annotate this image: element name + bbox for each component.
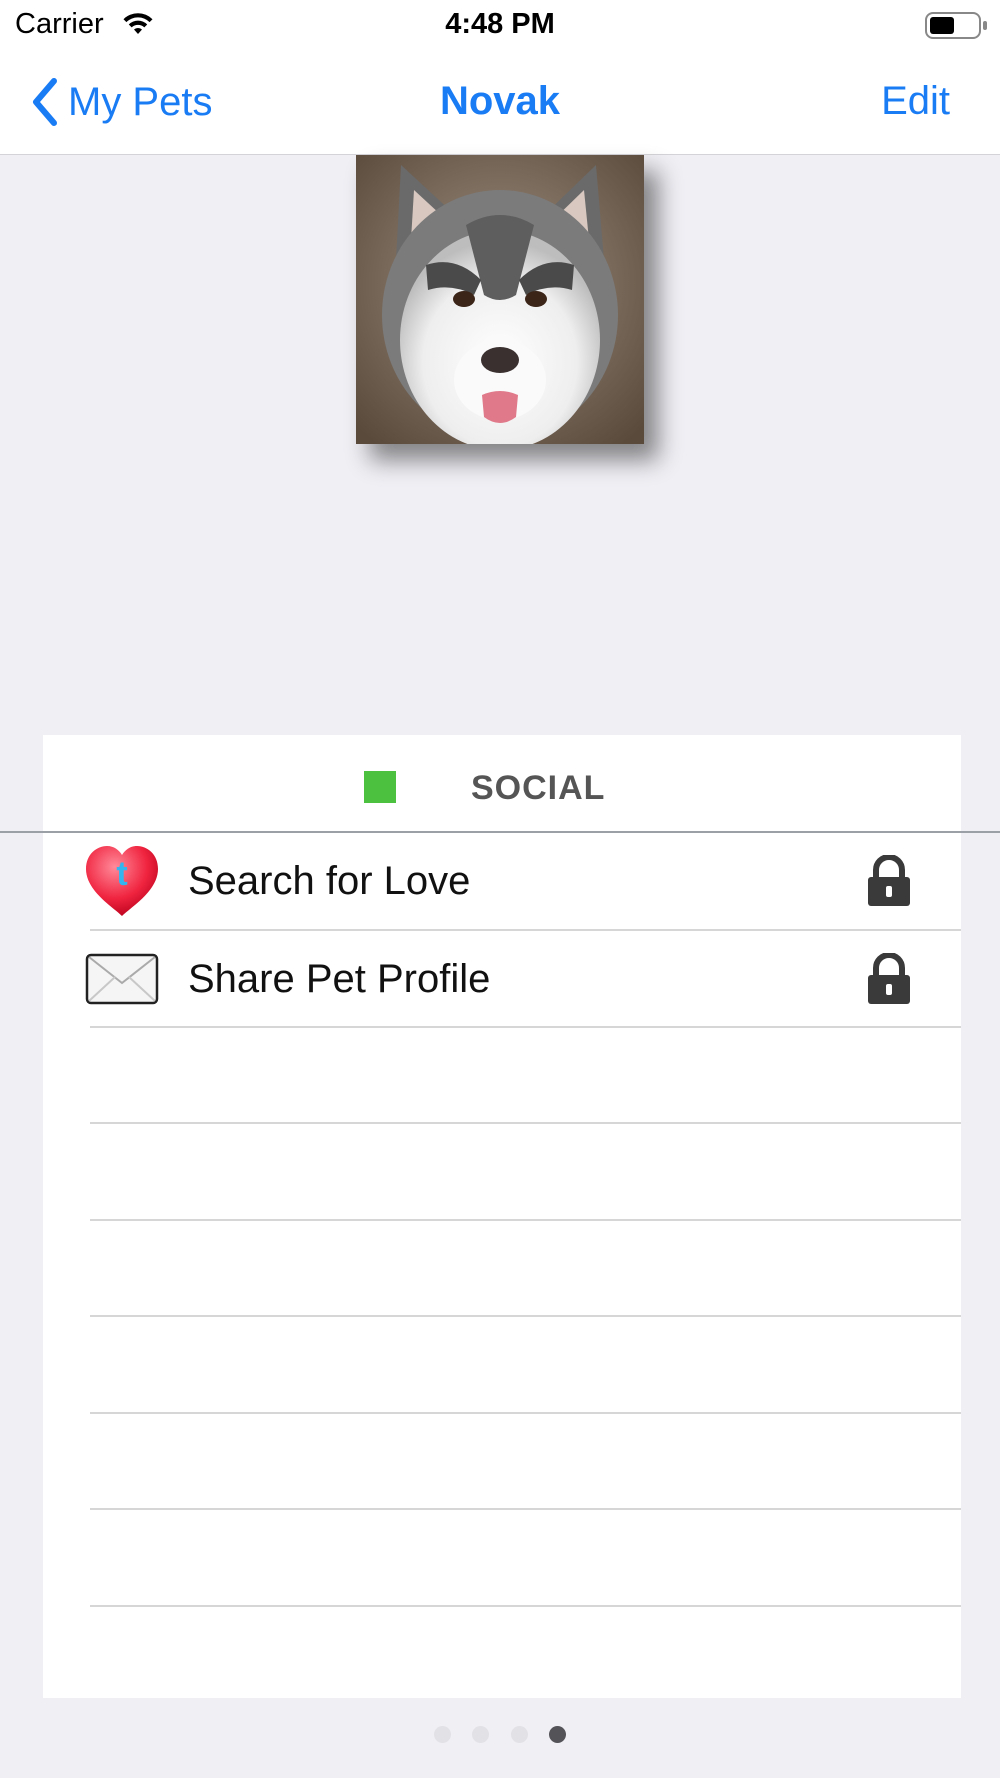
row-divider <box>90 1412 961 1414</box>
edit-button[interactable]: Edit <box>881 79 950 124</box>
row-divider <box>90 1605 961 1607</box>
page-dot-3[interactable] <box>511 1726 528 1743</box>
page-dot-4[interactable] <box>549 1726 566 1743</box>
status-bar: Carrier 4:48 PM <box>0 0 1000 50</box>
section-color-marker <box>364 771 396 803</box>
page-control[interactable] <box>0 1726 1000 1746</box>
svg-text:t: t <box>116 855 127 893</box>
pet-photo[interactable] <box>356 155 644 444</box>
lock-icon <box>868 953 910 1004</box>
page-dot-1[interactable] <box>434 1726 451 1743</box>
row-divider <box>90 1219 961 1221</box>
list-item-label: Share Pet Profile <box>188 957 491 1001</box>
row-divider <box>90 1508 961 1510</box>
section-title: SOCIAL <box>471 769 606 807</box>
twitter-heart-icon: t <box>86 846 158 916</box>
row-divider <box>90 1315 961 1317</box>
list-item-label: Search for Love <box>188 859 471 903</box>
status-time: 4:48 PM <box>445 8 555 40</box>
list-item-share-pet-profile[interactable]: Share Pet Profile <box>43 931 961 1027</box>
envelope-icon <box>85 953 159 1005</box>
page-dot-2[interactable] <box>472 1726 489 1743</box>
row-divider <box>90 1122 961 1124</box>
navigation-bar: My Pets Novak Edit <box>0 50 1000 155</box>
page-title: Novak <box>439 79 561 123</box>
list-item-search-for-love[interactable]: t Search for Love <box>43 833 961 929</box>
row-divider <box>90 1026 961 1028</box>
battery-icon <box>925 12 989 45</box>
lock-icon <box>868 855 910 906</box>
section-header: SOCIAL <box>43 735 961 831</box>
